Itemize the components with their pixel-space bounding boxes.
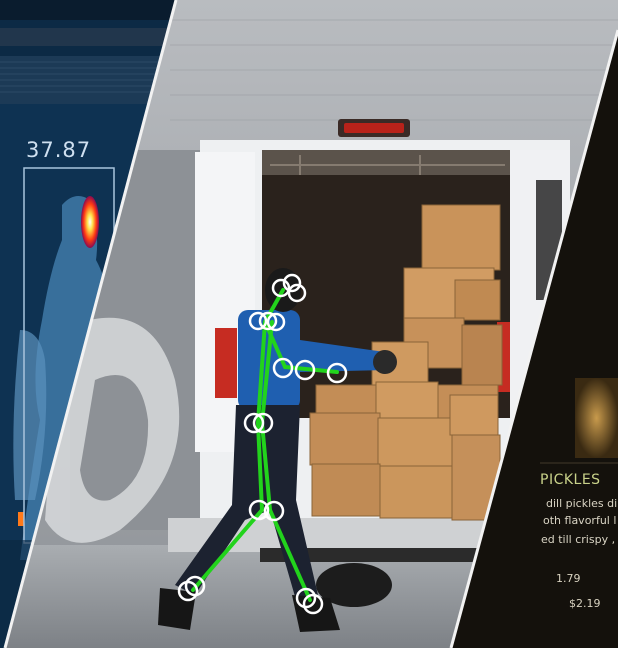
menu-description-line: ed till crispy , [541,533,616,546]
menu-item-title: PICKLES [540,472,601,488]
food-photo [575,378,618,458]
heat-signature [81,196,99,248]
temperature-reading: 37.87 [26,138,92,162]
composite-image: 37.87 PICKLES dill pickles di oth flavor… [0,0,618,648]
menu-description-line: dill pickles di [546,497,618,510]
menu-price: 1.79 [556,572,581,585]
brake-light [344,123,404,133]
menu-description-line: oth flavorful l [543,514,617,527]
menu-price: $2.19 [569,597,601,610]
composite-scene [0,0,618,648]
